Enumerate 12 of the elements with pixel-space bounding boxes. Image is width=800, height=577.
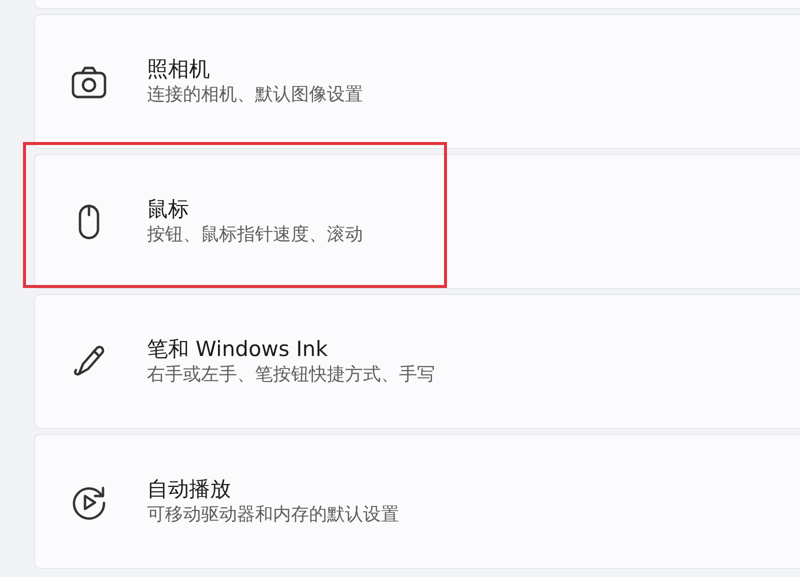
- item-title: 自动播放: [147, 476, 232, 504]
- item-title: 笔和 Windows Ink: [147, 336, 329, 364]
- item-description: 按钮、鼠标指针速度、滚动: [147, 223, 363, 247]
- settings-item[interactable]: 鼠标 按钮、鼠标指针速度、滚动: [34, 154, 800, 289]
- settings-item[interactable]: 笔和 Windows Ink 右手或左手、笔按钮快捷方式、手写: [34, 294, 800, 429]
- settings-item[interactable]: 照相机 连接的相机、默认图像设置: [34, 14, 800, 149]
- item-title: 照相机: [147, 56, 211, 84]
- item-description: 右手或左手、笔按钮快捷方式、手写: [147, 363, 435, 387]
- item-description: 连接的相机、默认图像设置: [147, 83, 363, 107]
- item-title: 鼠标: [147, 196, 190, 224]
- item-description: 可移动驱动器和内存的默认设置: [147, 503, 399, 527]
- settings-item[interactable]: 自动播放 可移动驱动器和内存的默认设置: [34, 434, 800, 569]
